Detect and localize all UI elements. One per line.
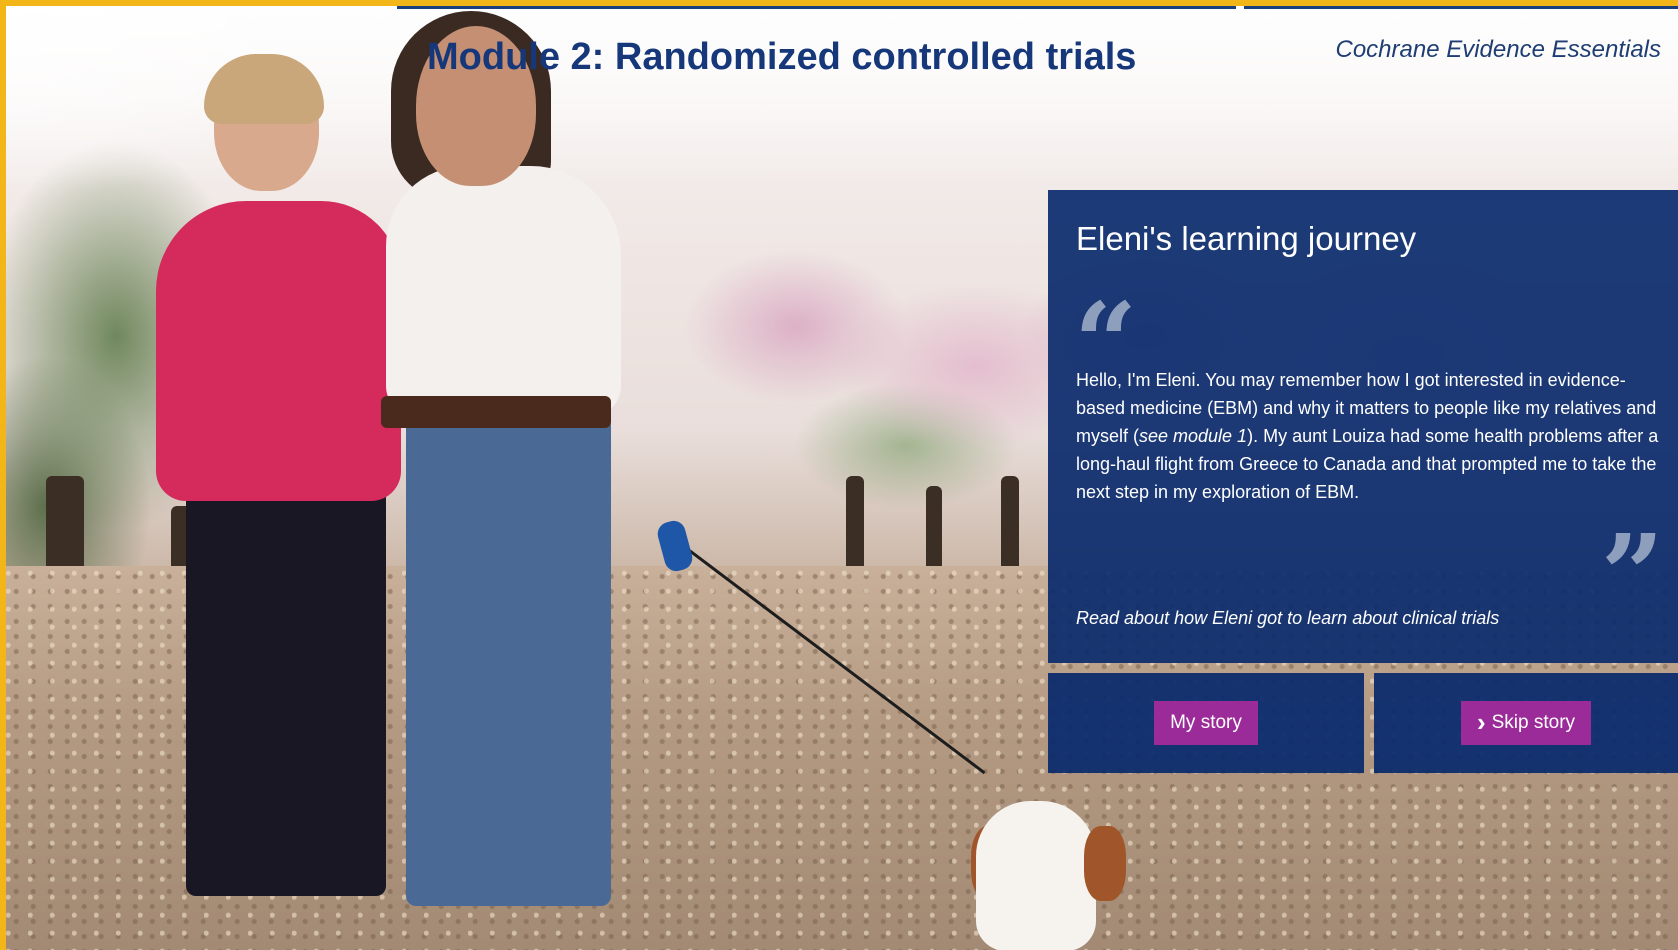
story-text: Hello, I'm Eleni. You may remember how I…: [1076, 366, 1666, 506]
skip-story-box: › Skip story: [1374, 673, 1678, 773]
course-name: Cochrane Evidence Essentials: [1335, 36, 1661, 63]
story-panel: Eleni's learning journey “ Hello, I'm El…: [1048, 190, 1678, 663]
header-rule-left: [397, 6, 1236, 9]
close-quote-icon: ”: [1600, 510, 1664, 639]
tree-trunk: [1001, 476, 1019, 576]
woman-left-torso: [156, 201, 401, 501]
dog-ear: [1084, 826, 1126, 901]
story-text-module-ref: see module 1: [1139, 426, 1248, 446]
read-about-text: Read about how Eleni got to learn about …: [1076, 608, 1500, 628]
skip-story-label: Skip story: [1491, 712, 1576, 733]
woman-right-legs: [406, 406, 611, 906]
my-story-box: My story: [1048, 673, 1364, 773]
woman-right-belt: [381, 396, 611, 428]
module-title: Module 2: Randomized controlled trials: [427, 36, 1137, 78]
woman-right-torso: [386, 166, 621, 416]
tree-trunk: [926, 486, 942, 576]
woman-left-legs: [186, 476, 386, 896]
header-rule-right: [1244, 6, 1678, 9]
my-story-label: My story: [1170, 712, 1242, 733]
story-panel-title: Eleni's learning journey: [1076, 220, 1417, 257]
chevron-right-icon: ›: [1476, 707, 1486, 737]
tree-trunk: [846, 476, 864, 576]
dog: [976, 801, 1096, 950]
skip-story-button[interactable]: › Skip story: [1460, 701, 1592, 745]
my-story-button[interactable]: My story: [1154, 701, 1258, 745]
